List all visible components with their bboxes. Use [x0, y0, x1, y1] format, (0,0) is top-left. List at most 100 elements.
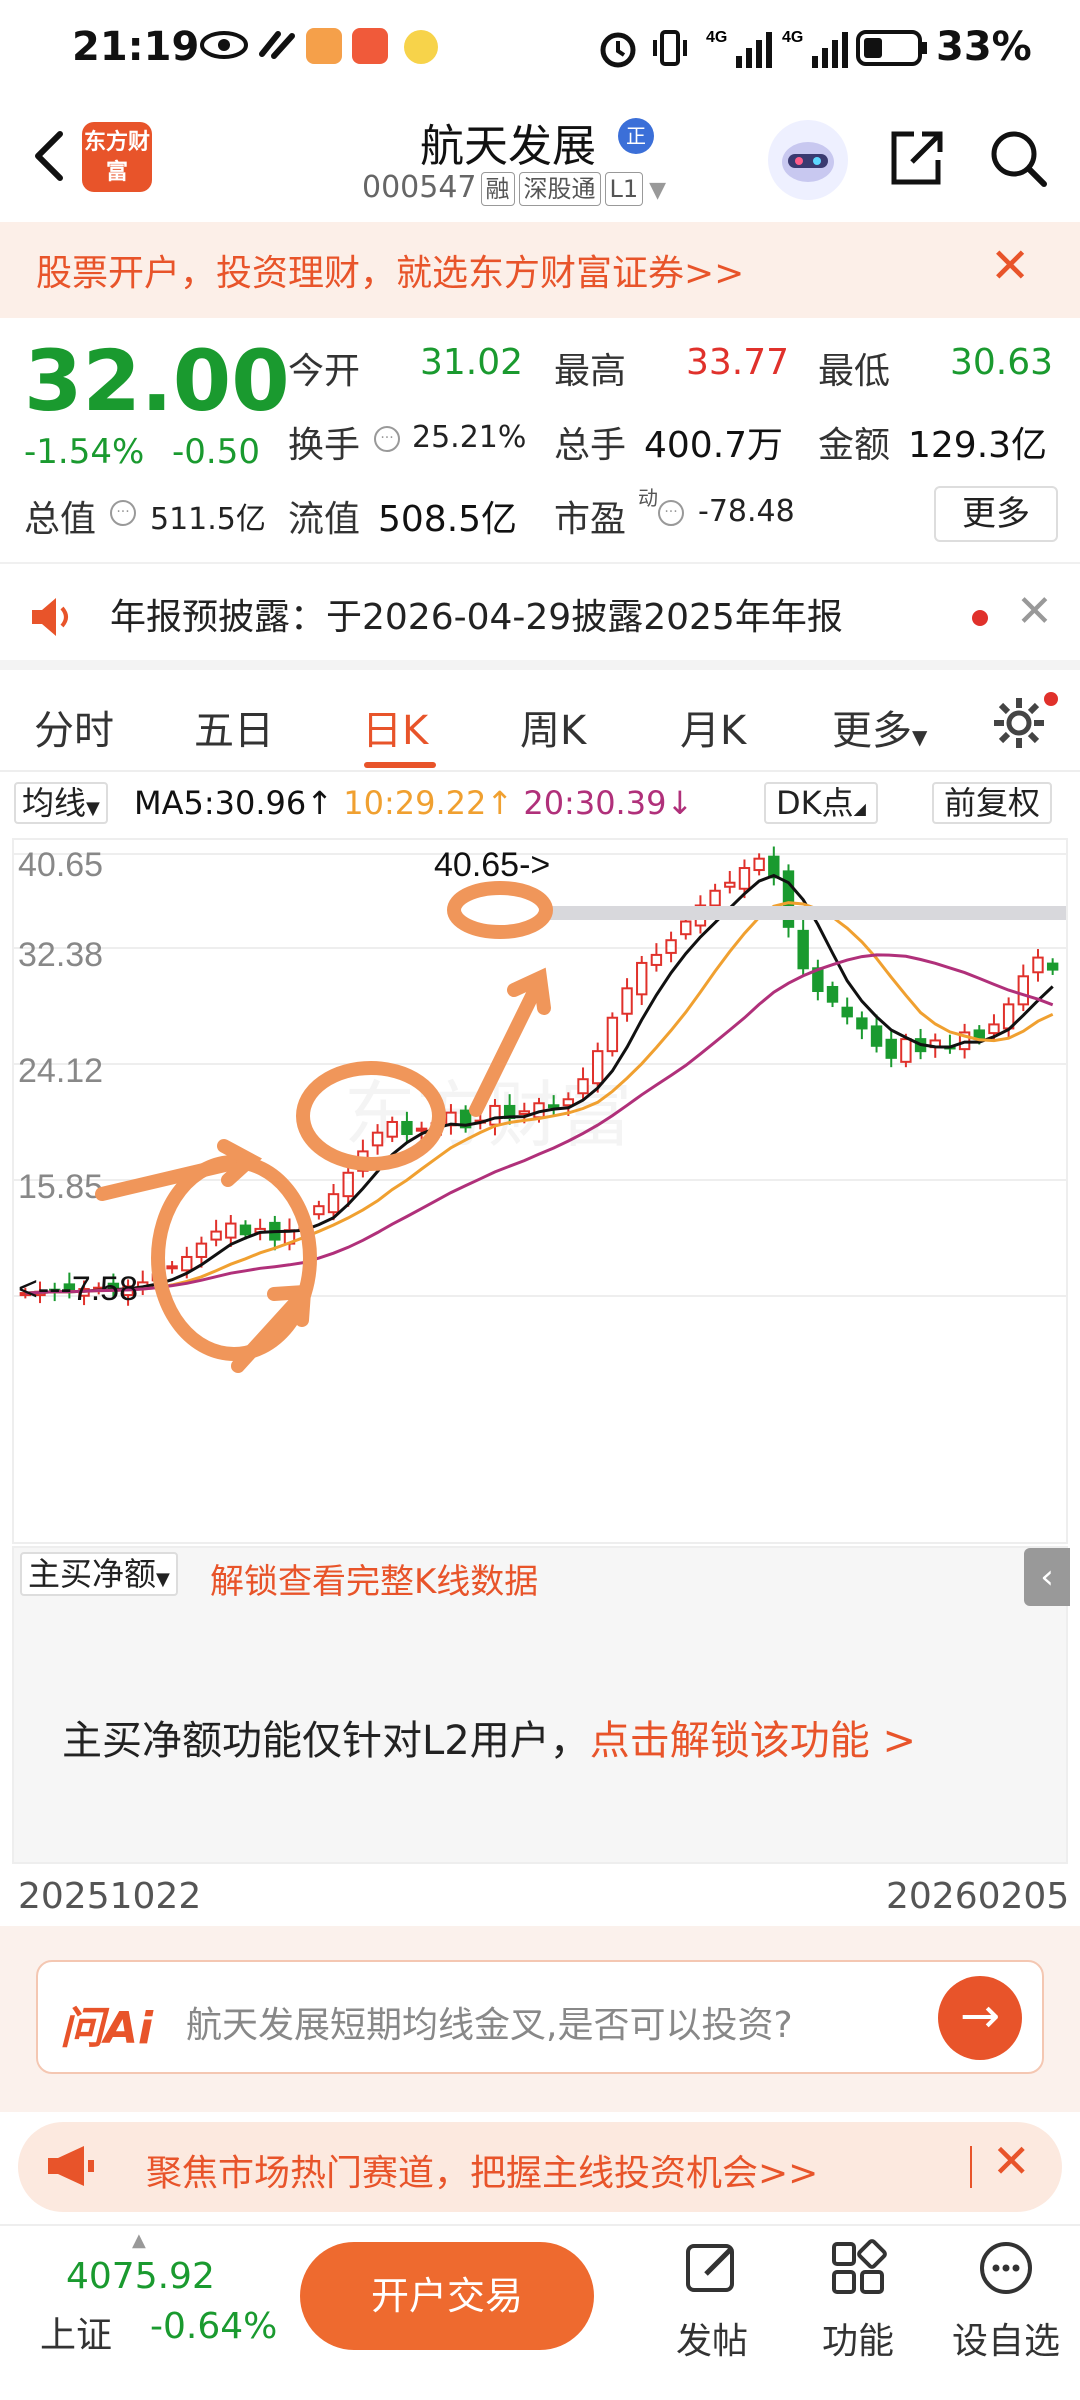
annual-report-notice[interactable]: 年报预披露：于2026-04-29披露2025年年报 ✕ — [0, 562, 1080, 670]
gear-icon[interactable] — [990, 694, 1048, 752]
x-end-date: 20260205 — [886, 1876, 1070, 1917]
min-price-label: <---7.58 — [18, 1270, 138, 1308]
candle — [841, 1006, 853, 1018]
signal-4g-icon-2: 4G — [782, 29, 848, 68]
volume-value: 400.7万 — [644, 425, 784, 466]
candle — [313, 1205, 325, 1216]
y-tick-label: 40.65 — [18, 846, 103, 884]
adjust-button[interactable]: 前复权 — [932, 782, 1053, 824]
index-value[interactable]: 4075.92 — [66, 2256, 215, 2297]
candle — [547, 1104, 560, 1109]
stock-name: 航天发展 — [420, 121, 596, 172]
y-tick-label: 24.12 — [18, 1052, 103, 1090]
y-tick-label: 15.85 — [18, 1168, 103, 1206]
signal-4g-icon: 4G — [706, 29, 772, 68]
candle — [195, 1242, 208, 1258]
info-icon[interactable]: ··· — [374, 426, 400, 452]
ai-robot-avatar[interactable] — [768, 120, 848, 200]
stock-code: 000547 — [362, 170, 477, 205]
notice-text[interactable]: 年报预披露：于2026-04-29披露2025年年报 — [110, 588, 843, 640]
arrow-right-icon[interactable]: → — [938, 1976, 1022, 2060]
tab-more-label: 更多 — [832, 708, 912, 754]
candle — [577, 1078, 589, 1095]
candle — [562, 1098, 575, 1107]
info-icon[interactable]: ··· — [110, 500, 136, 526]
tab-monthly-k[interactable]: 月K — [680, 698, 746, 756]
candle — [665, 939, 677, 954]
kline-chart[interactable]: 东方财富 40.65 32.38 24.12 15.85 40.65-> <--… — [12, 838, 1068, 1544]
open-value: 31.02 — [420, 342, 524, 383]
ai-question-box[interactable]: 问Ai 航天发展短期均线金叉,是否可以投资? → — [36, 1960, 1044, 2074]
tag-level: L1 — [604, 172, 644, 206]
unlock-kline-link[interactable]: 解锁查看完整K线数据 — [210, 1554, 538, 1603]
unread-dot — [972, 610, 988, 626]
search-icon[interactable] — [986, 126, 1050, 190]
float-value: 508.5亿 — [378, 499, 518, 540]
open-account-trade-button[interactable]: 开户交易 — [300, 2242, 594, 2350]
mktcap-value: 511.5亿 — [150, 502, 266, 537]
divider — [970, 2146, 972, 2188]
more-dots-icon — [980, 2242, 1032, 2294]
tag-connect: 深股通 — [518, 172, 601, 206]
battery-icon — [856, 30, 927, 66]
candle — [489, 1104, 501, 1126]
collapse-arrow-icon[interactable]: ‹ — [1024, 1548, 1070, 1606]
close-icon[interactable]: ✕ — [990, 238, 1030, 294]
candle — [650, 953, 663, 966]
l2-message-text: 主买净额功能仅针对L2用户， — [62, 1718, 590, 1764]
tab-weekly-k[interactable]: 周K — [520, 698, 586, 756]
ai-question[interactable]: 航天发展短期均线金叉,是否可以投资? — [186, 1996, 793, 2048]
promo-banner[interactable]: 股票开户，投资理财，就选东方财富证券>> ✕ — [0, 222, 1080, 318]
more-button[interactable]: 更多 — [934, 486, 1058, 542]
candle — [900, 1038, 912, 1063]
tag-margin: 融 — [480, 172, 515, 206]
nav-functions[interactable]: 功能 — [798, 2236, 918, 2364]
tab-five-day[interactable]: 五日 — [194, 698, 274, 756]
candle — [592, 1050, 604, 1085]
kline-svg: 东方财富 40.65 32.38 24.12 15.85 40.65-> <--… — [14, 846, 1066, 1373]
high-label: 最高 — [554, 351, 627, 392]
max-price-label: 40.65-> — [434, 846, 550, 884]
caret-up-icon[interactable]: ▲ — [132, 2230, 146, 2251]
candle — [225, 1222, 237, 1239]
battery-percent: 33% — [936, 24, 1032, 70]
candle — [210, 1230, 222, 1241]
ma5-value: MA5:30.96↑ — [134, 784, 334, 822]
candle — [680, 920, 692, 936]
amount-label: 金额 — [818, 425, 891, 466]
candle — [1046, 962, 1059, 971]
candle — [415, 1127, 428, 1132]
edit-icon — [686, 2244, 734, 2292]
focus-banner[interactable]: 聚焦市场热门赛道，把握主线投资机会>> ✕ — [18, 2122, 1062, 2212]
index-name[interactable]: 上证 — [40, 2306, 112, 2358]
app-icon-heart — [306, 28, 342, 64]
share-icon[interactable] — [884, 126, 948, 190]
volume-label: 总手 — [554, 425, 627, 466]
promo-text[interactable]: 股票开户，投资理财，就选东方财富证券>> — [36, 244, 744, 296]
chevron-down-icon[interactable]: ▼ — [649, 178, 666, 203]
unlock-feature-link[interactable]: 点击解锁该功能 > — [590, 1718, 916, 1764]
indicator-selector[interactable]: 主买净额▼ — [20, 1552, 178, 1596]
focus-text[interactable]: 聚焦市场热门赛道，把握主线投资机会>> — [146, 2144, 818, 2196]
nav-post[interactable]: 发帖 — [652, 2236, 772, 2364]
close-icon[interactable]: ✕ — [1016, 586, 1053, 637]
index-change[interactable]: -0.64% — [150, 2306, 277, 2347]
tab-more[interactable]: 更多▼ — [832, 698, 927, 756]
ma-selector[interactable]: 均线▼ — [14, 782, 108, 824]
status-time: 21:19 — [72, 24, 200, 70]
current-price: 32.00 — [24, 332, 290, 430]
turnover-label: 换手 — [288, 425, 361, 466]
dk-point-button[interactable]: DK点◢ — [764, 782, 878, 824]
nav-add-watchlist[interactable]: 设自选 — [946, 2236, 1066, 2364]
tab-intraday[interactable]: 分时 — [34, 698, 114, 756]
speaker-icon — [32, 598, 68, 636]
brand-logo[interactable]: 东方财富 — [82, 122, 152, 192]
nav-add-watchlist-label: 设自选 — [951, 2321, 1060, 2362]
close-icon[interactable]: ✕ — [992, 2134, 1031, 2188]
info-icon[interactable]: ··· — [658, 500, 684, 526]
tab-daily-k[interactable]: 日K — [362, 698, 428, 756]
candle — [709, 889, 721, 907]
settings-badge-dot — [1044, 692, 1058, 706]
back-arrow-icon[interactable] — [22, 126, 82, 186]
change-amount: -0.50 — [172, 432, 260, 472]
